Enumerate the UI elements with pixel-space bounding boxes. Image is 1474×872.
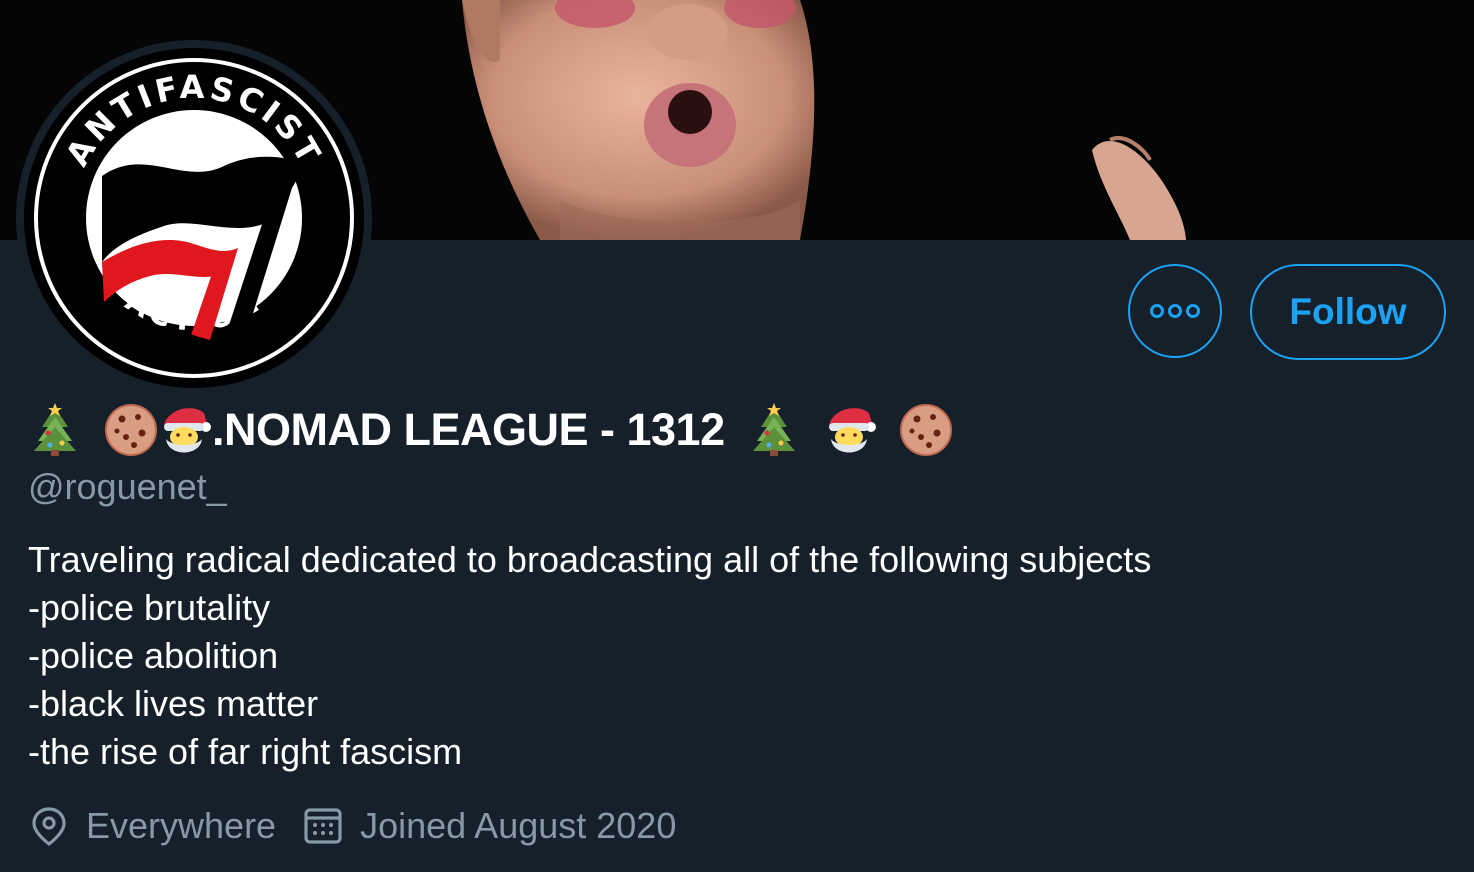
user-handle: @roguenet_: [28, 466, 227, 507]
antifa-logo: ANTIFASCIST ACTION: [24, 48, 364, 388]
follow-button[interactable]: Follow: [1250, 264, 1446, 360]
display-name-text: .NOMAD LEAGUE - 1312: [212, 404, 725, 455]
profile-bio: Traveling radical dedicated to broadcast…: [28, 539, 1152, 772]
location-text: Everywhere: [86, 805, 277, 846]
more-options-button[interactable]: [1128, 264, 1222, 358]
joined-date: Joined August 2020: [360, 805, 677, 846]
cookie-icon: [105, 404, 157, 456]
profile-meta: Everywhere Joined August 2020: [28, 798, 676, 854]
christmas-tree-icon: [34, 403, 76, 456]
cookie-icon: [899, 404, 952, 456]
avatar[interactable]: ANTIFASCIST ACTION: [24, 48, 364, 388]
santa-icon: [828, 408, 876, 453]
location-pin-icon: [32, 807, 66, 846]
christmas-tree-icon: [752, 403, 795, 456]
display-name: .NOMAD LEAGUE - 1312: [28, 398, 953, 462]
calendar-icon: [304, 808, 342, 844]
more-options-icon: [1150, 304, 1200, 318]
santa-icon: [164, 408, 211, 453]
